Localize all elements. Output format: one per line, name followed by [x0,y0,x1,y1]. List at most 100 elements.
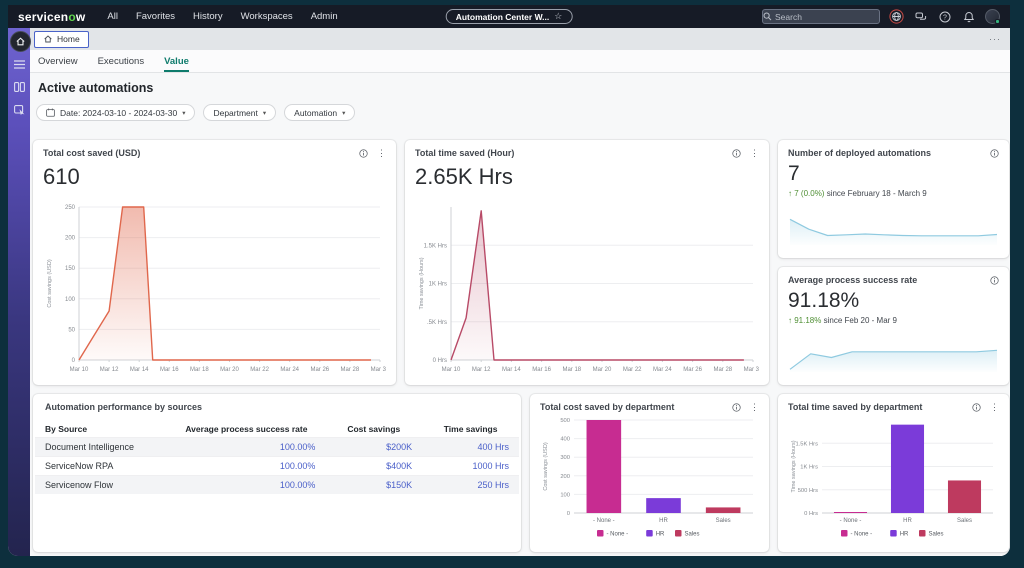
svg-text:Mar 30: Mar 30 [744,367,759,373]
kpi-delta: ↑ 91.18% since Feb 20 - Mar 9 [778,313,1009,325]
cost-by-department-bar-chart: 0100200300400500- None -HRSalesCost savi… [540,415,759,541]
search-input[interactable] [772,12,880,22]
workspace-columns-icon[interactable] [14,82,25,92]
col-time-savings: Time savings [422,421,519,438]
tab-home[interactable]: Home [34,31,89,48]
col-success-rate: Average process success rate [175,421,325,438]
pointer-panel-icon[interactable] [14,105,25,115]
svg-text:Sales: Sales [685,532,700,538]
notifications-bell-icon[interactable] [961,9,976,24]
svg-text:Mar 22: Mar 22 [623,367,642,373]
user-avatar[interactable] [985,9,1000,24]
automation-filter[interactable]: Automation ▾ [284,104,355,121]
connect-chat-icon[interactable] [913,9,928,24]
sub-tabs: Overview Executions Value [30,50,1010,73]
menu-item-history[interactable]: History [193,11,223,22]
info-icon[interactable] [990,149,999,158]
card-title: Total cost saved by department [540,402,674,412]
table-row: Servicenow Flow100.00%$150K250 Hrs [35,476,519,495]
svg-text:- None -: - None - [593,518,615,524]
svg-text:?: ? [943,14,947,21]
menu-item-workspaces[interactable]: Workspaces [241,11,293,22]
svg-text:300: 300 [560,455,570,461]
svg-text:Mar 26: Mar 26 [310,367,329,373]
svg-text:200: 200 [65,236,76,242]
table-header-row: By Source Average process success rate C… [35,421,519,438]
menu-item-admin[interactable]: Admin [311,11,338,22]
subtab-value[interactable]: Value [164,56,189,72]
svg-text:- None -: - None - [851,532,873,538]
card-title: Total cost saved (USD) [43,148,140,158]
metric-link[interactable]: 100.00% [175,457,325,476]
svg-text:Time savings (Hours): Time savings (Hours) [791,440,797,492]
menu-item-all[interactable]: All [107,11,118,22]
impersonation-globe-icon[interactable] [889,9,904,24]
svg-text:.5K Hrs: .5K Hrs [427,320,447,326]
subtab-overview[interactable]: Overview [38,56,78,72]
workspace-switcher[interactable]: Automation Center W... ☆ [446,9,573,24]
kpi-delta: ↑ 7 (0.0%) since February 18 - March 9 [778,186,1009,198]
svg-text:Mar 16: Mar 16 [532,367,551,373]
kebab-menu-icon[interactable]: ⋮ [750,403,759,412]
subtab-executions[interactable]: Executions [98,56,144,72]
svg-text:Cost savings (USD): Cost savings (USD) [543,442,549,490]
info-icon[interactable] [732,403,741,412]
svg-text:HR: HR [900,532,909,538]
svg-text:- None -: - None - [840,518,862,524]
chevron-down-icon: ▾ [182,109,185,117]
global-search[interactable]: ▾ [762,9,880,24]
svg-text:HR: HR [659,518,668,524]
svg-text:1K Hrs: 1K Hrs [429,282,447,288]
svg-text:Mar 10: Mar 10 [442,367,461,373]
svg-text:Mar 22: Mar 22 [250,367,269,373]
info-icon[interactable] [359,149,368,158]
sources-table: By Source Average process success rate C… [35,421,519,494]
kebab-menu-icon[interactable]: ⋮ [377,149,386,158]
card-total-time-saved: Total time saved (Hour) ⋮ 2.65K Hrs 0 Hr… [405,140,769,385]
kebab-menu-icon[interactable]: ⋮ [750,149,759,158]
menu-list-icon[interactable] [14,60,25,69]
card-total-cost-saved: Total cost saved (USD) ⋮ 610 05010015020… [33,140,396,385]
metric-link[interactable]: 100.00% [175,476,325,495]
svg-text:HR: HR [656,532,665,538]
svg-text:0: 0 [72,358,76,364]
svg-text:200: 200 [560,474,570,480]
svg-text:0 Hrs: 0 Hrs [433,358,447,364]
servicenow-logo[interactable]: servicenow [18,10,85,24]
svg-text:500: 500 [560,418,570,424]
tab-overflow-button[interactable]: ··· [989,34,1001,44]
chevron-down-icon: ▾ [263,109,266,117]
svg-text:Cost savings (USD): Cost savings (USD) [47,259,53,307]
app-window: servicenow All Favorites History Workspa… [8,5,1010,556]
help-icon[interactable]: ? [937,9,952,24]
menu-item-favorites[interactable]: Favorites [136,11,175,22]
metric-link[interactable]: $150K [325,476,422,495]
up-arrow-icon: ↑ [788,189,792,198]
favorite-star-icon[interactable]: ☆ [554,11,562,22]
department-filter[interactable]: Department ▾ [203,104,276,121]
metric-link[interactable]: $200K [325,438,422,457]
info-icon[interactable] [972,403,981,412]
metric-link[interactable]: 250 Hrs [422,476,519,495]
svg-text:500 Hrs: 500 Hrs [798,488,818,494]
kpi-value: 2.65K Hrs [405,158,769,190]
success-sparkline [788,341,999,373]
svg-text:Mar 12: Mar 12 [472,367,491,373]
metric-link[interactable]: 400 Hrs [422,438,519,457]
metric-link[interactable]: 1000 Hrs [422,457,519,476]
col-by-source: By Source [35,421,175,438]
info-icon[interactable] [990,276,999,285]
svg-text:50: 50 [68,327,75,333]
kebab-menu-icon[interactable]: ⋮ [990,403,999,412]
svg-text:Mar 28: Mar 28 [713,367,732,373]
svg-text:100: 100 [560,492,570,498]
svg-text:Mar 16: Mar 16 [160,367,179,373]
metric-link[interactable]: $400K [325,457,422,476]
home-circle-button[interactable] [10,31,31,52]
info-icon[interactable] [732,149,741,158]
main-content: Overview Executions Value Active automat… [30,50,1010,556]
svg-text:250: 250 [65,205,76,211]
svg-text:1.5K Hrs: 1.5K Hrs [424,243,447,249]
date-filter[interactable]: Date: 2024-03-10 - 2024-03-30 ▾ [36,104,195,121]
metric-link[interactable]: 100.00% [175,438,325,457]
